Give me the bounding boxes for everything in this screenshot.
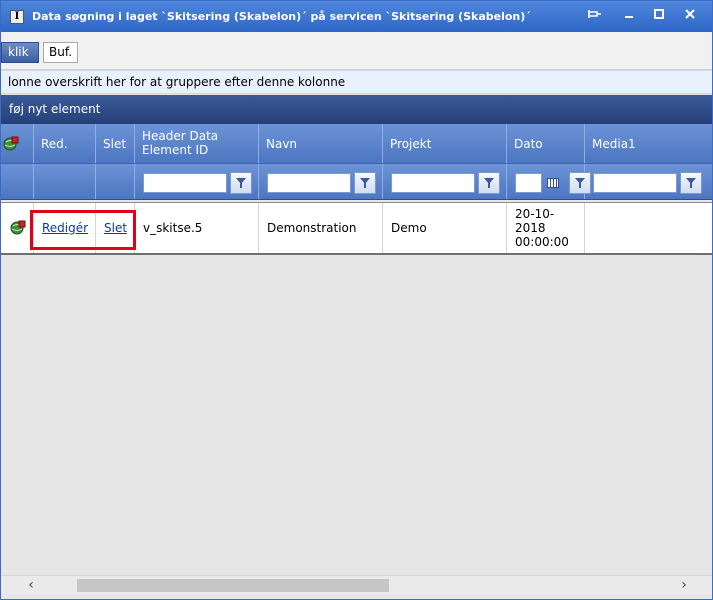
horizontal-scrollbar[interactable]: ‹ › — [1, 575, 712, 594]
filter-input-projekt[interactable] — [391, 173, 475, 193]
filter-input-navn[interactable] — [267, 173, 351, 193]
row-cell-media1 — [585, 203, 712, 253]
scroll-right-icon[interactable]: › — [675, 576, 693, 595]
pin-icon[interactable] — [586, 8, 604, 24]
group-by-panel[interactable]: lonne overskrift her for at gruppere eft… — [1, 70, 712, 94]
filter-cell-red — [34, 164, 96, 199]
globe-row-icon — [3, 136, 19, 151]
row-cell-header-data-element-id: v_skitse.5 — [135, 203, 259, 253]
filter-funnel-icon[interactable] — [354, 172, 376, 194]
filter-cell-header-data-element-id — [135, 164, 259, 199]
column-header-slet[interactable]: Slet — [96, 124, 135, 163]
column-header-navn[interactable]: Navn — [259, 124, 383, 163]
maximize-icon[interactable] — [650, 8, 668, 24]
column-header-red[interactable]: Red. — [34, 124, 96, 163]
title-bar[interactable]: I Data søgning i laget `Skitsering (Skab… — [1, 1, 712, 32]
column-header-label-line1: Header Data — [142, 129, 219, 143]
filter-input-dato[interactable] — [515, 173, 542, 193]
edit-link[interactable]: Redigér — [42, 221, 88, 235]
filter-cell-icon — [1, 164, 34, 199]
row-cell-slet: Slet — [96, 203, 135, 253]
window-title: Data søgning i laget `Skitsering (Skabel… — [32, 10, 531, 23]
column-header-icon — [1, 124, 34, 163]
row-cell-navn: Demonstration — [259, 203, 383, 253]
filter-cell-slet — [96, 164, 135, 199]
column-header-dato[interactable]: Dato — [507, 124, 585, 163]
dato-line3: 00:00:00 — [515, 235, 569, 249]
dato-line1: 20-10- — [515, 207, 555, 221]
add-new-item-button[interactable]: føj nyt element — [1, 95, 712, 124]
globe-row-icon[interactable] — [10, 220, 26, 236]
row-cell-projekt: Demo — [383, 203, 507, 253]
grid-filter-row — [1, 164, 712, 200]
scrollbar-thumb[interactable] — [77, 579, 389, 592]
dato-line2: 2018 — [515, 221, 546, 235]
delete-link[interactable]: Slet — [104, 221, 127, 235]
column-header-header-data-element-id[interactable]: Header Data Element ID — [135, 124, 259, 163]
close-icon[interactable] — [681, 8, 699, 24]
filter-funnel-icon[interactable] — [478, 172, 500, 194]
calendar-icon[interactable] — [545, 172, 561, 194]
app-info-icon: I — [10, 9, 24, 24]
minimize-icon[interactable] — [620, 8, 638, 24]
column-header-label-line2: Element ID — [142, 143, 209, 157]
column-header-projekt[interactable]: Projekt — [383, 124, 507, 163]
row-icon-cell — [1, 203, 34, 253]
column-header-media1[interactable]: Media1 — [585, 124, 712, 163]
filter-funnel-icon[interactable] — [230, 172, 252, 194]
table-row: Redigér Slet v_skitse.5 Demonstration De… — [1, 203, 712, 255]
klik-button[interactable]: klik — [1, 42, 39, 63]
filter-funnel-icon[interactable] — [680, 172, 702, 194]
filter-cell-media1 — [585, 164, 712, 199]
buffer-button[interactable]: Buf. — [43, 42, 78, 63]
filter-cell-dato — [507, 164, 591, 199]
dialog-window: I Data søgning i laget `Skitsering (Skab… — [0, 0, 713, 600]
toolbar: klik Buf. — [1, 32, 712, 70]
grid-header-row: Red. Slet Header Data Element ID Navn Pr… — [1, 124, 712, 164]
filter-input-header-data-element-id[interactable] — [143, 173, 227, 193]
row-cell-red: Redigér — [34, 203, 96, 253]
filter-cell-navn — [259, 164, 383, 199]
row-cell-dato: 20-10- 2018 00:00:00 — [507, 203, 585, 253]
filter-input-media1[interactable] — [593, 173, 677, 193]
scroll-left-icon[interactable]: ‹ — [22, 576, 40, 595]
filter-cell-projekt — [383, 164, 507, 199]
